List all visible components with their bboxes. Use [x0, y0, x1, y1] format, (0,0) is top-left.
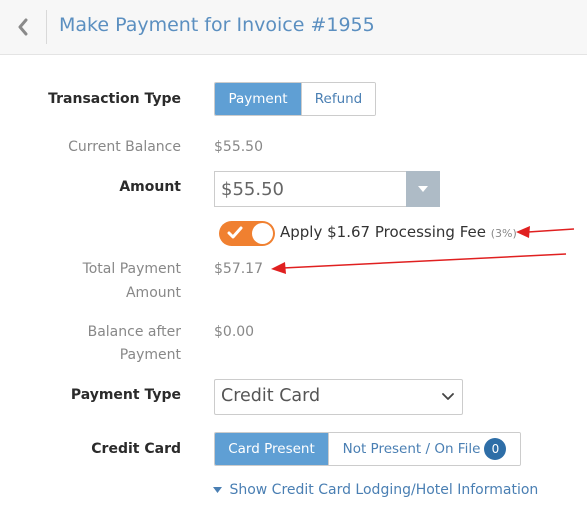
not-present-label: Not Present / On File	[342, 441, 481, 457]
total-payment-value: $57.17	[214, 261, 263, 277]
page-header: Make Payment for Invoice #1955	[0, 0, 587, 55]
current-balance-label: Current Balance	[68, 139, 181, 155]
page-title: Make Payment for Invoice #1955	[59, 14, 375, 36]
transaction-type-label: Transaction Type	[48, 91, 181, 107]
current-balance-value: $55.50	[214, 139, 263, 155]
header-divider	[46, 10, 47, 44]
total-payment-label-line1: Total Payment	[82, 261, 181, 277]
balance-after-label-line2: Payment	[119, 347, 181, 363]
not-present-button[interactable]: Not Present / On File 0	[328, 433, 520, 465]
amount-label: Amount	[119, 179, 181, 195]
balance-after-value: $0.00	[214, 324, 255, 340]
amount-input[interactable]	[214, 171, 406, 207]
payment-button[interactable]: Payment	[215, 83, 301, 115]
amount-dropdown-button[interactable]	[406, 171, 440, 207]
credit-card-mode-toggle: Card Present Not Present / On File 0	[214, 432, 521, 466]
total-payment-label-line2: Amount	[125, 285, 181, 301]
check-icon	[227, 226, 243, 239]
card-present-button[interactable]: Card Present	[215, 433, 328, 465]
refund-button[interactable]: Refund	[301, 83, 375, 115]
annotation-arrow-fee	[516, 226, 575, 238]
lodging-info-link[interactable]: Show Credit Card Lodging/Hotel Informati…	[213, 482, 538, 498]
on-file-count-badge: 0	[484, 438, 507, 460]
caret-down-icon	[418, 186, 428, 192]
credit-card-label: Credit Card	[91, 441, 181, 457]
processing-fee-text: Apply $1.67 Processing Fee	[280, 223, 486, 241]
caret-down-icon	[213, 487, 222, 493]
chevron-down-icon	[442, 393, 454, 400]
balance-after-label-line1: Balance after	[87, 324, 181, 340]
payment-type-label: Payment Type	[70, 387, 181, 403]
toggle-knob	[252, 223, 273, 244]
back-button[interactable]	[0, 0, 46, 54]
payment-type-value: Credit Card	[221, 386, 321, 406]
processing-fee-percent: (3%)	[490, 227, 517, 240]
lodging-info-link-text: Show Credit Card Lodging/Hotel Informati…	[229, 482, 539, 498]
annotation-arrow-total	[271, 253, 567, 274]
transaction-type-toggle: Payment Refund	[214, 82, 376, 116]
payment-type-select[interactable]: Credit Card	[214, 379, 463, 415]
chevron-left-icon	[18, 18, 28, 36]
processing-fee-label: Apply $1.67 Processing Fee (3%)	[280, 220, 517, 246]
processing-fee-toggle[interactable]	[219, 221, 275, 246]
